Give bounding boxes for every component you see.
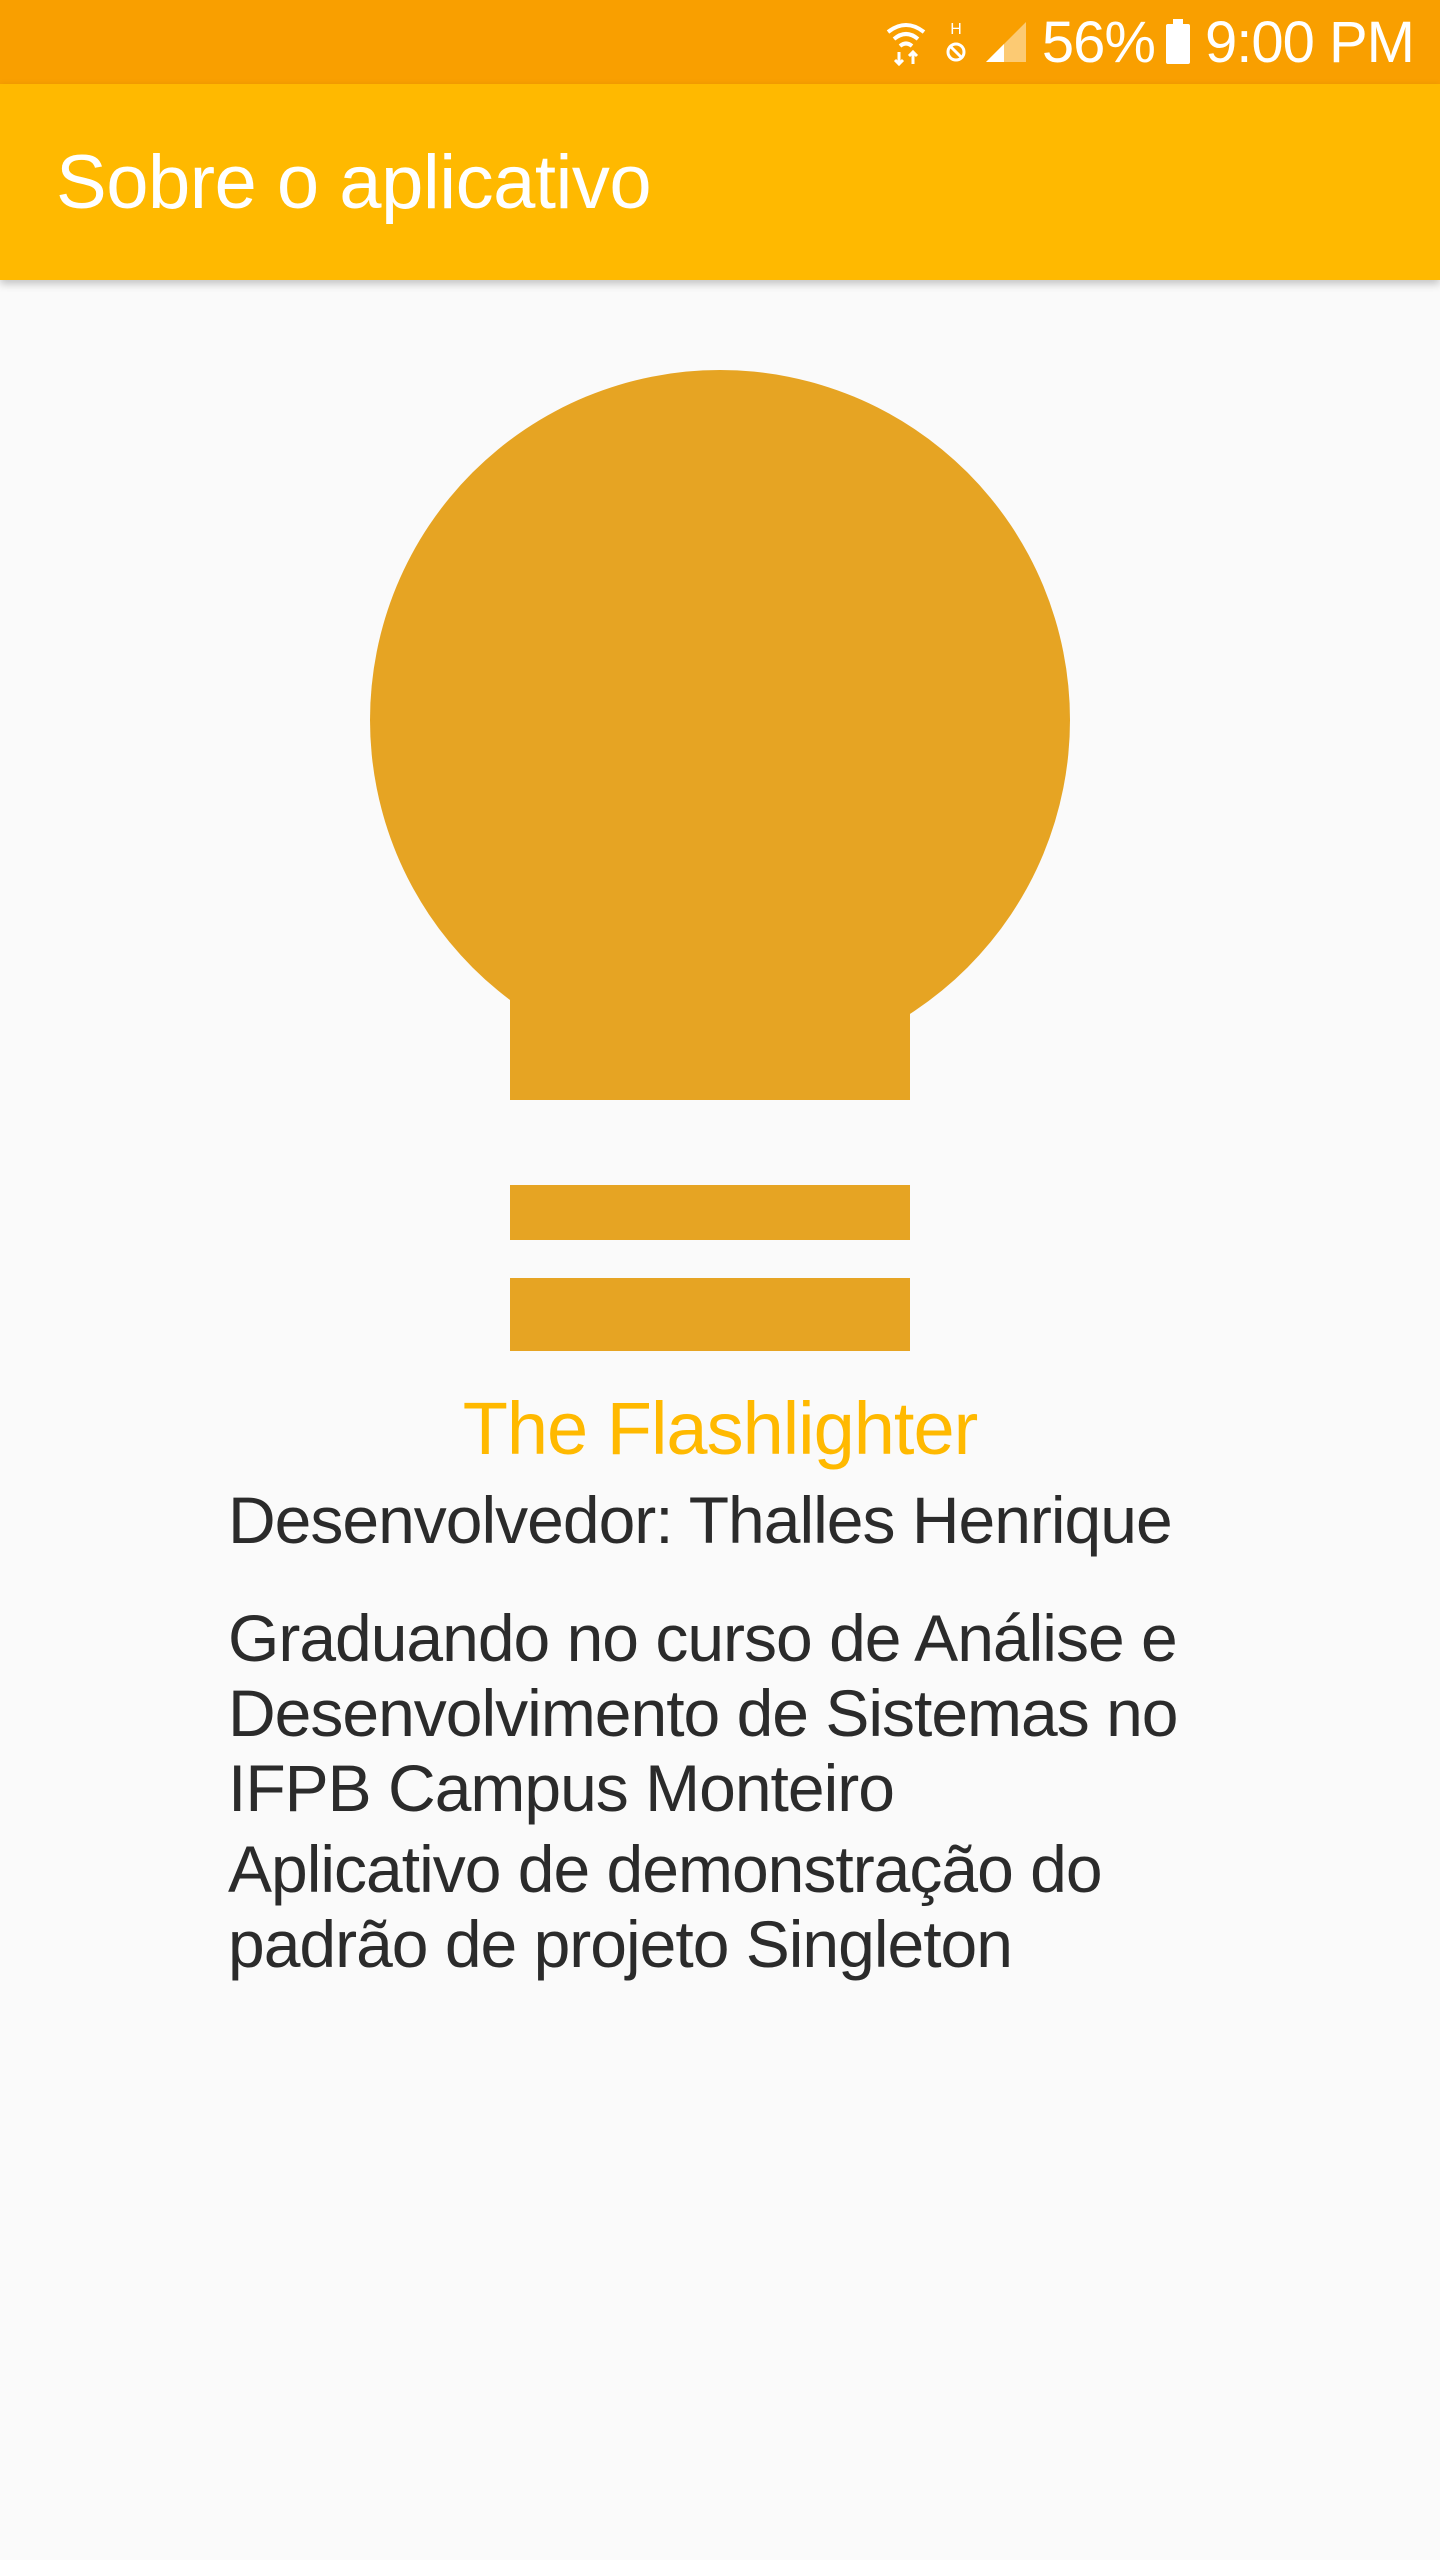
- battery-icon: [1165, 19, 1191, 65]
- h-network-icon: H: [942, 18, 970, 66]
- lightbulb-icon: [370, 370, 1070, 1351]
- clock: 9:00 PM: [1205, 9, 1415, 75]
- svg-text:H: H: [950, 21, 962, 38]
- purpose-text: Aplicativo de demonstração do padrão de …: [228, 1832, 1103, 1981]
- wifi-icon: [884, 18, 928, 66]
- page-title: Sobre o aplicativo: [56, 139, 652, 225]
- status-bar: H 56% 9:00 PM: [0, 0, 1440, 84]
- course-text: Graduando no curso de Análise e Desenvol…: [228, 1601, 1179, 1825]
- cell-signal-icon: [984, 20, 1028, 64]
- app-logo: [360, 360, 1080, 1360]
- app-name: The Flashlighter: [462, 1387, 979, 1470]
- developer-text: Desenvolvedor: Thalles Henrique: [228, 1483, 1173, 1557]
- battery-percent: 56%: [1041, 9, 1156, 75]
- app-bar: Sobre o aplicativo: [0, 84, 1440, 280]
